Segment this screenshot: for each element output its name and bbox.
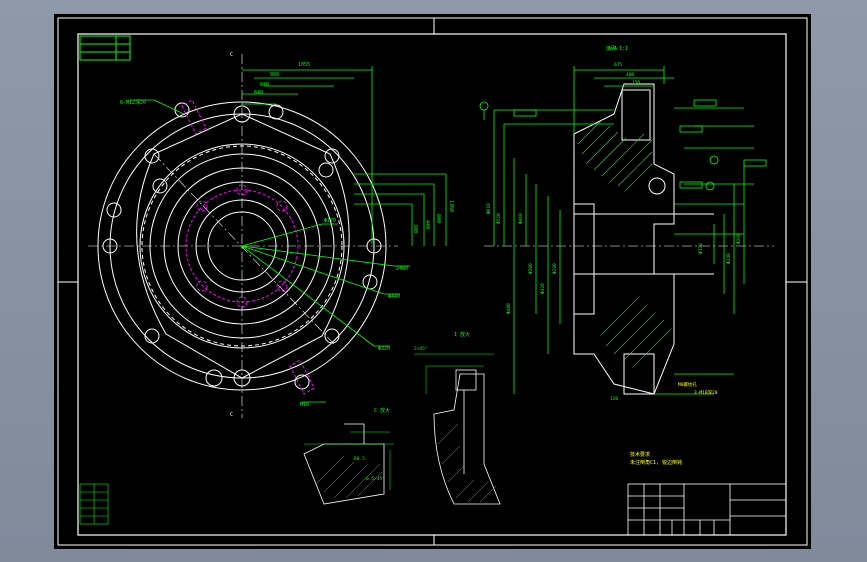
svg-text:Φ240: Φ240: [726, 253, 732, 264]
detail-i-label: I 放大: [454, 331, 470, 338]
scale-label: 比例 1:1: [606, 45, 628, 52]
dimensions-front: [130, 66, 447, 403]
svg-text:M16: M16: [300, 402, 309, 408]
svg-text:300: 300: [412, 224, 418, 233]
svg-text:2480: 2480: [396, 266, 408, 272]
drawing-sheet: 1055 980 840 640 1360 840 440 300 2480 Φ440…: [54, 14, 811, 549]
tech-requirements: 技术要求 未注倒角C1, 锐边倒钝: [630, 451, 682, 466]
svg-text:Φ440: Φ440: [388, 294, 400, 300]
svg-text:Φ320: Φ320: [540, 283, 546, 294]
svg-text:150: 150: [632, 80, 640, 86]
centerlines-front: [88, 54, 398, 418]
svg-text:Φ520: Φ520: [496, 213, 502, 224]
svg-text:6-M12深20: 6-M12深20: [120, 99, 146, 106]
svg-text:840: 840: [260, 82, 269, 88]
svg-text:未注倒角C1, 锐边倒钝: 未注倒角C1, 锐边倒钝: [630, 459, 682, 466]
cad-viewport: 1055 980 840 640 1360 840 440 300 2480 Φ440…: [0, 0, 867, 562]
svg-text:C: C: [230, 412, 233, 418]
svg-text:1055: 1055: [298, 62, 310, 68]
svg-text:R0.5: R0.5: [354, 456, 365, 462]
svg-text:技术要求: 技术要求: [630, 451, 650, 458]
section-hatch: [577, 119, 671, 367]
svg-text:Φ610: Φ610: [486, 203, 492, 214]
detail-c-label: C 放大: [374, 407, 390, 414]
svg-text:Φ480: Φ480: [506, 303, 512, 314]
svg-text:Φ170: Φ170: [698, 243, 704, 254]
outer-border: [57, 17, 808, 546]
title-block: [627, 483, 787, 536]
top-left-table: [79, 35, 131, 61]
svg-text:980: 980: [270, 72, 279, 78]
svg-text:Φ380: Φ380: [528, 263, 534, 274]
svg-text:M6螺纹孔: M6螺纹孔: [678, 381, 697, 388]
svg-text:400: 400: [626, 72, 634, 78]
detail-c: [303, 423, 385, 505]
svg-text:0.5×45°: 0.5×45°: [366, 476, 385, 482]
svg-text:120: 120: [610, 396, 618, 402]
section-view: [573, 83, 714, 395]
svg-text:Φ280: Φ280: [552, 263, 558, 274]
svg-text:Φ320: Φ320: [378, 346, 390, 352]
svg-text:675: 675: [614, 62, 622, 68]
svg-text:Φ170: Φ170: [324, 218, 336, 224]
svg-text:3-M10深20: 3-M10深20: [694, 389, 718, 396]
svg-text:Φ260: Φ260: [736, 233, 742, 244]
svg-text:440: 440: [424, 220, 430, 229]
svg-text:Φ460: Φ460: [518, 213, 524, 224]
revision-table: [79, 483, 109, 525]
detail-i: [433, 369, 501, 505]
svg-text:640: 640: [254, 90, 263, 96]
svg-text:840: 840: [435, 214, 441, 223]
svg-text:2×45°: 2×45°: [414, 346, 428, 352]
svg-text:1360: 1360: [448, 200, 454, 212]
cad-drawing: 1055 980 840 640 1360 840 440 300 2480 Φ440…: [57, 17, 808, 546]
svg-text:C: C: [230, 52, 233, 58]
